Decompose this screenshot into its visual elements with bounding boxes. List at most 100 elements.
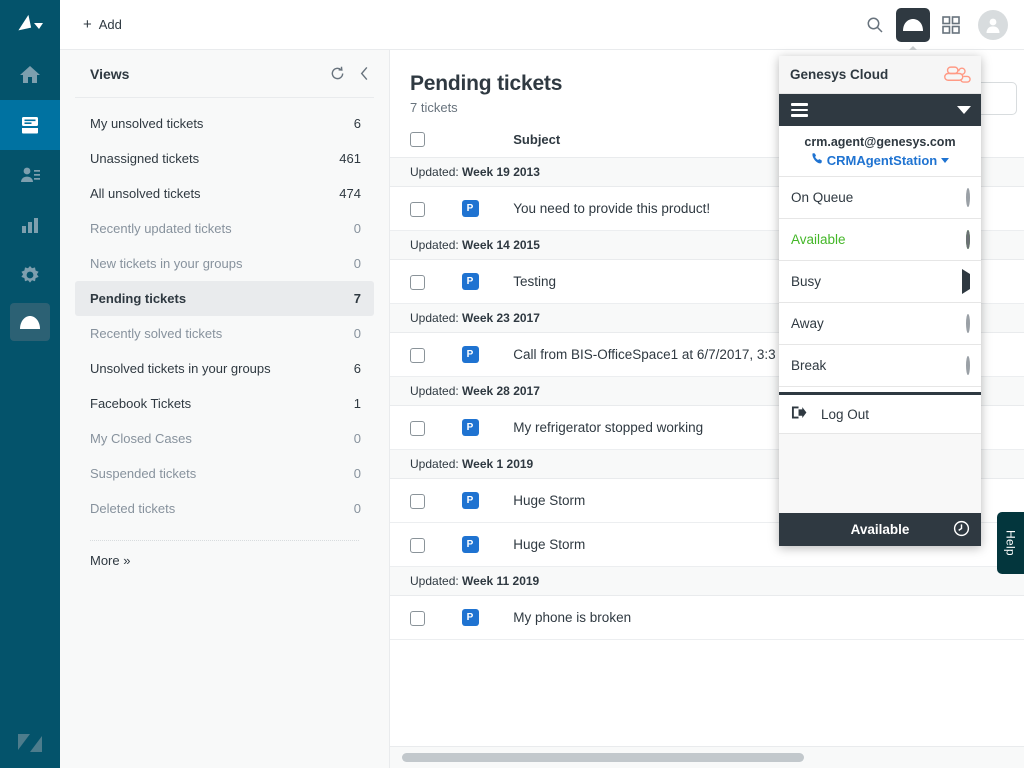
views-list-item[interactable]: Deleted tickets0	[75, 491, 374, 526]
cloud-icon[interactable]	[896, 8, 930, 42]
station-name: CRMAgentStation	[827, 153, 938, 168]
group-label: Week 14 2015	[462, 238, 540, 252]
views-item-count: 0	[354, 431, 361, 446]
horizontal-scrollbar[interactable]	[390, 746, 1024, 768]
row-select-cell	[390, 479, 462, 523]
help-tab[interactable]: Help	[997, 512, 1024, 574]
apps-grid-icon[interactable]	[934, 8, 968, 42]
genesys-panel-title: Genesys Cloud	[790, 67, 888, 82]
views-header-actions	[330, 66, 374, 81]
status-badge-cell: P	[462, 406, 514, 450]
hamburger-icon[interactable]	[791, 103, 808, 117]
status-badge-cell: P	[462, 596, 514, 640]
rail-item-customers[interactable]	[0, 150, 60, 200]
row-select-cell	[390, 406, 462, 450]
row-checkbox[interactable]	[410, 538, 425, 553]
status-option[interactable]: On Queue	[779, 177, 981, 219]
status-option-label: Busy	[791, 274, 821, 289]
select-all-checkbox[interactable]	[410, 132, 425, 147]
views-list-item[interactable]: Recently updated tickets 0	[75, 211, 374, 246]
row-checkbox[interactable]	[410, 348, 425, 363]
status-option-label: Break	[791, 358, 826, 373]
views-list-item[interactable]: My unsolved tickets6	[75, 106, 374, 141]
logout-icon	[791, 405, 807, 423]
views-list-item[interactable]: Recently solved tickets 0	[75, 316, 374, 351]
views-list-item[interactable]: New tickets in your groups0	[75, 246, 374, 281]
status-badge-cell: P	[462, 333, 514, 377]
caret-down-icon[interactable]	[957, 106, 971, 114]
clock-icon[interactable]	[953, 520, 970, 540]
views-item-count: 0	[354, 501, 361, 516]
row-checkbox[interactable]	[410, 275, 425, 290]
group-label: Week 11 2019	[462, 574, 539, 588]
avatar[interactable]	[978, 10, 1008, 40]
row-select-cell	[390, 596, 462, 640]
row-checkbox[interactable]	[410, 421, 425, 436]
add-button[interactable]: + Add	[75, 12, 130, 37]
ticket-subject[interactable]: My phone is broken	[513, 596, 1024, 640]
views-item-label: New tickets in your groups	[90, 256, 242, 271]
views-list: My unsolved tickets6Unassigned tickets46…	[75, 106, 374, 526]
row-checkbox[interactable]	[410, 202, 425, 217]
rail-item-reporting[interactable]	[0, 200, 60, 250]
group-label-prefix: Updated:	[410, 165, 462, 179]
views-item-label: My Closed Cases	[90, 431, 192, 446]
scrollbar-thumb[interactable]	[402, 753, 804, 762]
rail-item-tickets[interactable]	[0, 100, 60, 150]
table-row[interactable]: PMy phone is brokenININ Example User	[390, 596, 1024, 640]
views-list-item[interactable]: Unsolved tickets in your groups6	[75, 351, 374, 386]
genesys-cloud-icon	[10, 303, 50, 341]
views-item-label: Suspended tickets	[90, 466, 196, 481]
views-item-label: Facebook Tickets	[90, 396, 191, 411]
views-list-item[interactable]: My Closed Cases 0	[75, 421, 374, 456]
status-option[interactable]: Available	[779, 219, 981, 261]
obscured-toolbar-button[interactable]	[975, 82, 1017, 115]
pending-status-badge: P	[462, 419, 479, 436]
views-item-count: 0	[354, 326, 361, 341]
status-option[interactable]: Away	[779, 303, 981, 345]
pending-status-badge: P	[462, 492, 479, 509]
views-list-item[interactable]: Unassigned tickets461	[75, 141, 374, 176]
views-list-item[interactable]: All unsolved tickets474	[75, 176, 374, 211]
logout-button[interactable]: Log Out	[779, 392, 981, 434]
views-list-item[interactable]: Facebook Tickets1	[75, 386, 374, 421]
row-select-cell	[390, 333, 462, 377]
panel-filler	[779, 434, 981, 513]
refresh-icon[interactable]	[330, 66, 345, 81]
views-item-label: Recently updated tickets	[90, 221, 232, 236]
top-bar: + Add	[60, 0, 1024, 50]
rail-item-admin[interactable]	[0, 250, 60, 300]
status-option[interactable]: Break	[779, 345, 981, 387]
rail-item-home[interactable]	[0, 50, 60, 100]
views-item-count: 0	[354, 221, 361, 236]
views-item-label: Recently solved tickets	[90, 326, 222, 341]
views-item-label: Unsolved tickets in your groups	[90, 361, 271, 376]
pending-status-badge: P	[462, 346, 479, 363]
product-rail	[0, 0, 60, 768]
row-checkbox[interactable]	[410, 611, 425, 626]
phone-icon	[811, 152, 823, 168]
status-radio-icon	[966, 316, 970, 331]
views-item-count: 6	[354, 116, 361, 131]
collapse-sidebar-icon[interactable]	[359, 66, 370, 81]
station-selector[interactable]: CRMAgentStation	[787, 152, 973, 168]
agent-email: crm.agent@genesys.com	[787, 135, 973, 149]
rail-item-genesys-cloud[interactable]	[0, 300, 60, 344]
status-list: On QueueAvailable Busy Away Break	[779, 177, 981, 392]
genesys-panel-toolbar	[779, 94, 981, 126]
views-more-link[interactable]: More »	[75, 541, 374, 568]
help-tab-label: Help	[1004, 530, 1018, 556]
selected-check-icon	[966, 232, 970, 247]
row-select-cell	[390, 187, 462, 231]
views-list-item[interactable]: Pending tickets7	[75, 281, 374, 316]
genesys-panel-footer: Available	[779, 513, 981, 546]
views-title: Views	[90, 66, 129, 82]
zendesk-z-logo	[0, 730, 60, 756]
views-item-label: All unsolved tickets	[90, 186, 201, 201]
search-icon[interactable]	[858, 8, 892, 42]
row-checkbox[interactable]	[410, 494, 425, 509]
pending-status-badge: P	[462, 536, 479, 553]
zendesk-logo	[0, 0, 60, 50]
views-list-item[interactable]: Suspended tickets0	[75, 456, 374, 491]
status-option[interactable]: Busy	[779, 261, 981, 303]
